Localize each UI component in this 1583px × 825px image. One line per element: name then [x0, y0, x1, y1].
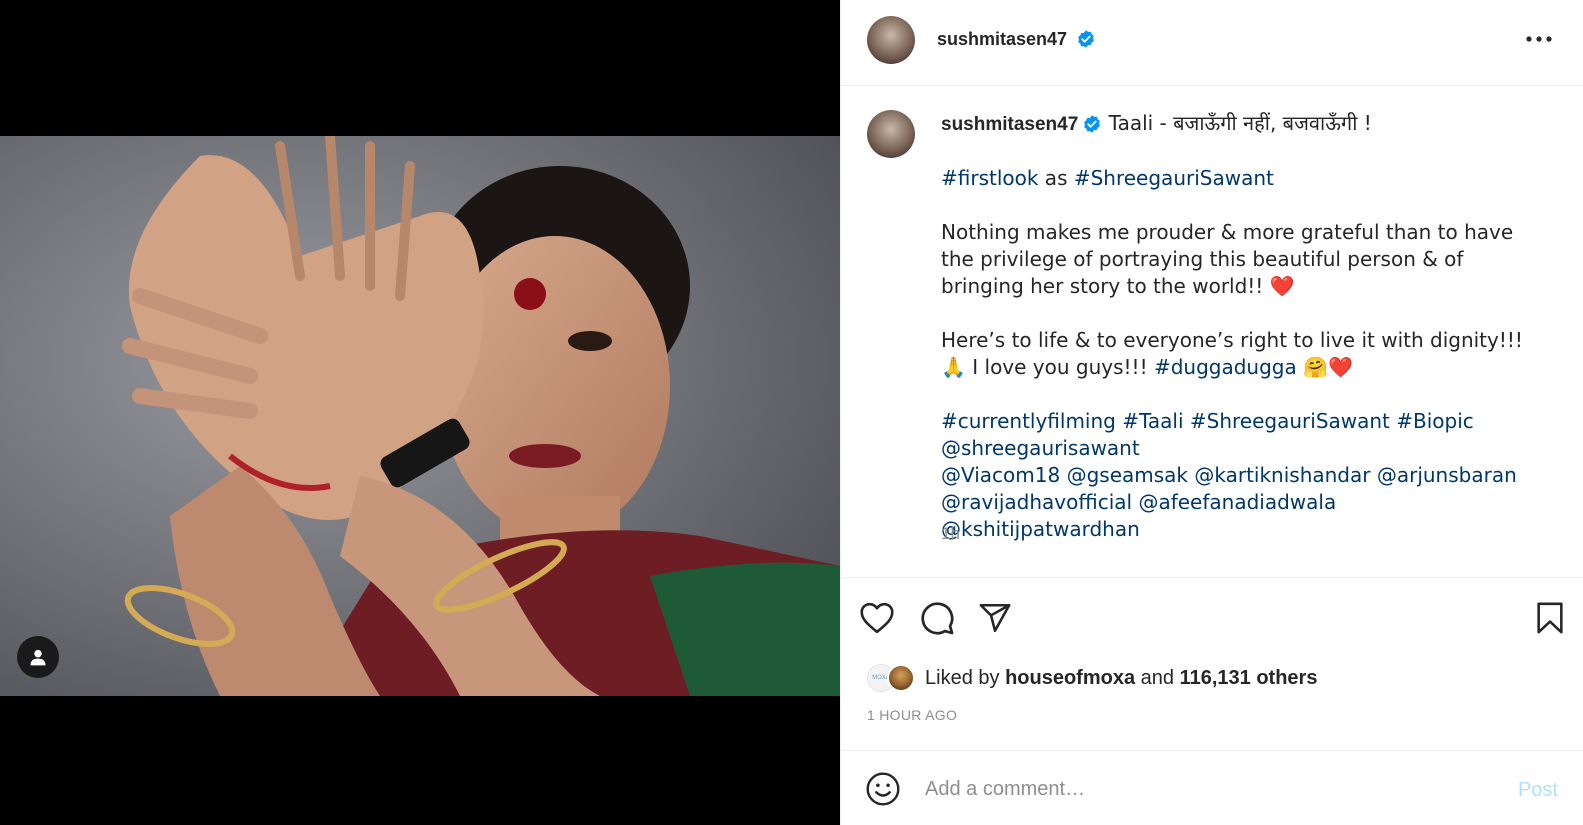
save-button[interactable] [1530, 598, 1570, 638]
likes-prefix: Liked by [925, 666, 1006, 689]
caption-tags: #currentlyfilming #Taali #ShreegauriSawa… [941, 408, 1531, 543]
mention-link[interactable]: @arjunsbaran [1377, 463, 1517, 487]
caption-time[interactable]: 1h [941, 524, 960, 544]
likes-summary: MOXA Liked by houseofmoxa and 116,131 ot… [867, 660, 1547, 696]
verified-badge-icon [1084, 115, 1101, 133]
caption-emoji: 🤗❤️ [1296, 355, 1353, 379]
tagged-users-button[interactable] [17, 636, 59, 678]
author-username-text[interactable]: sushmitasen47 [937, 29, 1067, 49]
liker-avatars: MOXA [867, 664, 915, 692]
smiley-icon [866, 772, 900, 806]
post-details-pane: sushmitasen47 sushmitasen47 Taali - बजाऊ… [840, 0, 1583, 825]
like-button[interactable] [857, 598, 897, 638]
mention-link[interactable]: @afeefanadiadwala [1138, 490, 1336, 514]
post-media [0, 0, 840, 825]
hashtag-link[interactable]: #duggadugga [1154, 355, 1297, 379]
liked-by-user-link[interactable]: houseofmoxa [1005, 667, 1135, 689]
likes-text: Liked by houseofmoxa and 116,131 others [925, 667, 1317, 690]
photo-illustration [0, 136, 840, 696]
instagram-post-modal: sushmitasen47 sushmitasen47 Taali - बजाऊ… [0, 0, 1583, 825]
author-avatar[interactable] [867, 16, 915, 64]
mention-link[interactable]: @gseamsak [1067, 463, 1188, 487]
mention-link[interactable]: @kshitijpatwardhan [941, 517, 1140, 541]
comment-button[interactable] [917, 598, 957, 638]
likes-count-link[interactable]: 116,131 others [1180, 667, 1318, 689]
bookmark-icon [1537, 602, 1563, 634]
liker-avatar[interactable] [887, 664, 915, 692]
post-photo[interactable] [0, 136, 840, 696]
caption-paragraph-1: Nothing makes me prouder & more grateful… [941, 220, 1514, 298]
post-comment-button[interactable]: Post [1518, 779, 1558, 802]
send-icon [979, 603, 1011, 633]
user-icon [30, 649, 46, 666]
mention-link[interactable]: @ravijadhavofficial [941, 490, 1132, 514]
verified-badge-icon [1078, 30, 1094, 48]
post-timestamp[interactable]: 1 HOUR AGO [867, 707, 957, 723]
hashtag-link[interactable]: #Taali [1122, 409, 1183, 433]
post-header: sushmitasen47 [841, 0, 1583, 86]
caption-text: sushmitasen47 Taali - बजाऊँगी नहीं, बजवा… [941, 110, 1531, 543]
caption-connector: as [1038, 166, 1074, 190]
heart-icon [860, 602, 894, 634]
more-horizontal-icon [1526, 36, 1552, 42]
more-options-button[interactable] [1524, 27, 1554, 51]
caption-title: Taali - बजाऊँगी नहीं, बजवाऊँगी ! [1108, 111, 1372, 135]
hashtag-link[interactable]: #firstlook [941, 166, 1038, 190]
hashtag-link[interactable]: #Biopic [1396, 409, 1474, 433]
hashtag-link[interactable]: #ShreegauriSawant [1074, 166, 1274, 190]
author-username[interactable]: sushmitasen47 [937, 29, 1096, 50]
caption-author-avatar[interactable] [867, 110, 915, 158]
caption-username[interactable]: sushmitasen47 [941, 114, 1078, 135]
share-button[interactable] [975, 598, 1015, 638]
comment-icon [921, 602, 954, 635]
comment-box: Post [841, 750, 1583, 825]
hashtag-link[interactable]: #ShreegauriSawant [1190, 409, 1390, 433]
emoji-picker-button[interactable] [865, 771, 901, 807]
hashtag-link[interactable]: #currentlyfilming [941, 409, 1116, 433]
comment-input[interactable] [925, 773, 1485, 805]
post-caption: sushmitasen47 Taali - बजाऊँगी नहीं, बजवा… [841, 86, 1583, 578]
mention-link[interactable]: @kartiknishandar [1194, 463, 1370, 487]
mention-link[interactable]: @Viacom18 [941, 463, 1060, 487]
post-actions [841, 578, 1583, 656]
mention-link[interactable]: @shreegaurisawant [941, 436, 1140, 460]
likes-mid: and [1135, 666, 1180, 689]
